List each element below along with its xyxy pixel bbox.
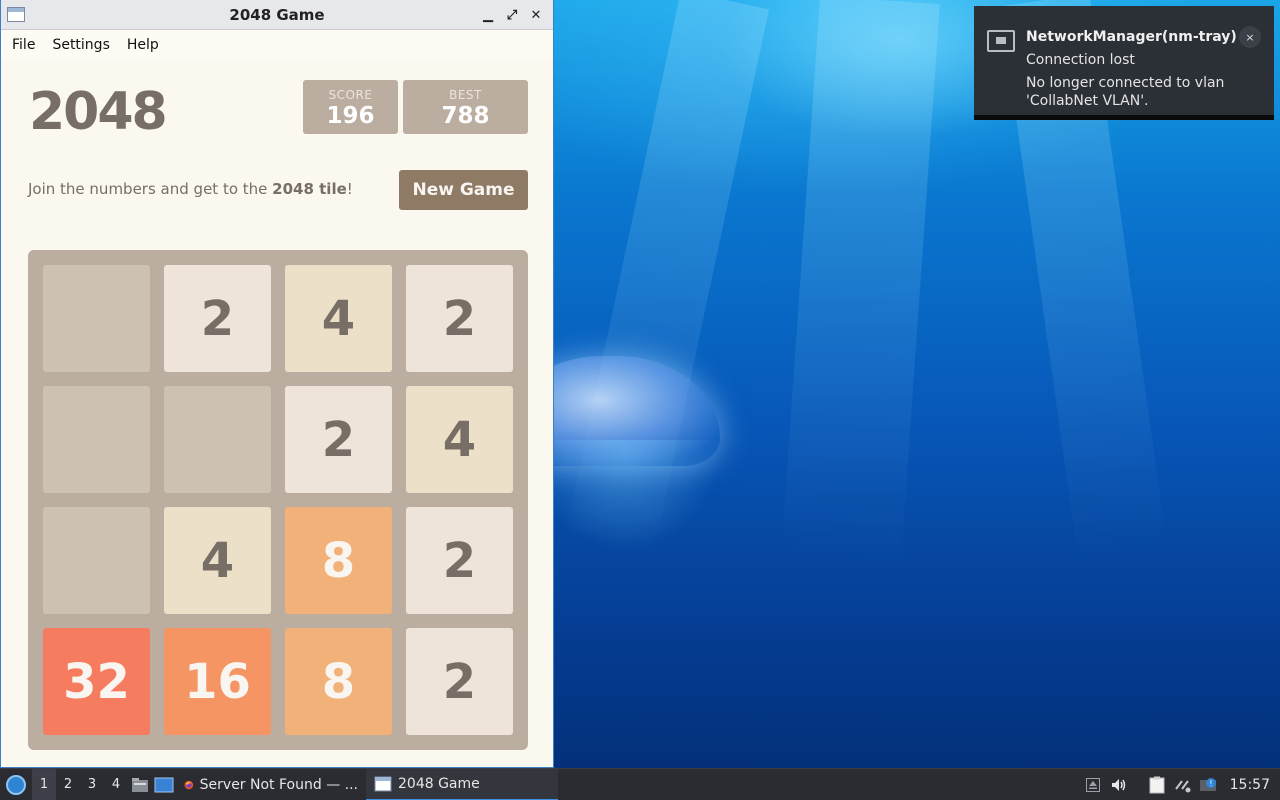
intro-bold: 2048 tile (272, 180, 347, 198)
tile-8: 8 (285, 507, 392, 614)
start-menu-button[interactable] (0, 769, 32, 800)
tile-2: 2 (285, 386, 392, 493)
taskbar: 1 2 3 4 Server Not Found — ... 2048 Game… (0, 768, 1280, 800)
close-button[interactable]: ✕ (525, 4, 547, 26)
intro-suffix: ! (346, 180, 353, 198)
intro-prefix: Join the numbers and get to the (28, 180, 273, 198)
score-box: SCORE 196 (303, 80, 398, 134)
tile-empty (43, 386, 150, 493)
network-icon[interactable] (1170, 769, 1196, 800)
tile-2: 2 (164, 265, 271, 372)
svg-text:!: ! (1209, 779, 1212, 788)
tile-4: 4 (406, 386, 513, 493)
score-value: 196 (326, 103, 375, 129)
game-title: 2048 (29, 82, 168, 142)
game-intro: Join the numbers and get to the 2048 til… (28, 180, 353, 198)
title-bar[interactable]: 2048 Game ▁ ⤢ ✕ (1, 0, 553, 30)
workspace-1[interactable]: 1 (32, 768, 56, 800)
window-title: 2048 Game (229, 5, 325, 24)
menu-bar: File Settings Help (1, 30, 553, 60)
game-window: 2048 Game ▁ ⤢ ✕ File Settings Help 2048 … (0, 0, 554, 768)
workspace-4[interactable]: 4 (104, 769, 128, 800)
notification-body-line2: 'CollabNet VLAN'. (1026, 93, 1149, 109)
workspace-3[interactable]: 3 (80, 769, 104, 800)
menu-settings[interactable]: Settings (45, 37, 119, 53)
lxqt-logo-icon (6, 774, 26, 795)
tile-2: 2 (406, 628, 513, 735)
task-2048-label: 2048 Game (398, 775, 480, 792)
network-wired-icon (987, 30, 1015, 52)
notification-close-button[interactable]: × (1239, 26, 1261, 48)
task-firefox[interactable]: Server Not Found — ... (176, 769, 366, 800)
tile-2: 2 (406, 507, 513, 614)
tile-8: 8 (285, 628, 392, 735)
jellyfish-tentacles (530, 440, 720, 550)
tile-4: 4 (285, 265, 392, 372)
window-icon (7, 7, 25, 22)
notification-summary: Connection lost (1026, 52, 1135, 68)
notification-app: NetworkManager(nm-tray) (1026, 29, 1237, 45)
clock[interactable]: 15:57 (1222, 777, 1280, 793)
best-box: BEST 788 (403, 80, 528, 134)
window-icon (374, 776, 392, 791)
tray-spacer (1132, 769, 1144, 800)
volume-icon[interactable] (1106, 769, 1132, 800)
new-game-button[interactable]: New Game (399, 170, 528, 210)
menu-help[interactable]: Help (120, 37, 169, 53)
game-board: 2 4 2 2 4 4 8 2 32 16 8 2 (28, 250, 528, 750)
notification-popup[interactable]: NetworkManager(nm-tray) Connection lost … (974, 6, 1274, 120)
eject-icon[interactable] (1080, 769, 1106, 800)
best-value: 788 (441, 103, 490, 129)
task-2048-game[interactable]: 2048 Game (366, 768, 558, 800)
tile-32: 32 (43, 628, 150, 735)
file-manager-icon[interactable] (128, 769, 152, 800)
score-label: SCORE (328, 88, 373, 102)
tile-empty (43, 507, 150, 614)
menu-file[interactable]: File (5, 37, 45, 53)
clipboard-icon[interactable] (1144, 769, 1170, 800)
task-firefox-label: Server Not Found — ... (199, 776, 358, 793)
best-label: BEST (449, 88, 482, 102)
maximize-button[interactable]: ⤢ (501, 4, 523, 26)
tile-4: 4 (164, 507, 271, 614)
show-desktop-icon[interactable] (152, 769, 176, 800)
minimize-button[interactable]: ▁ (477, 4, 499, 26)
tile-2: 2 (406, 265, 513, 372)
firefox-icon (184, 780, 194, 789)
workspace-2[interactable]: 2 (56, 769, 80, 800)
tile-empty (164, 386, 271, 493)
notification-body-line1: No longer connected to vlan (1026, 75, 1225, 91)
tile-16: 16 (164, 628, 271, 735)
tile-empty (43, 265, 150, 372)
system-tray: ! 15:57 (1080, 769, 1280, 800)
light-ray (781, 0, 940, 563)
updates-icon[interactable]: ! (1196, 769, 1222, 800)
window-controls: ▁ ⤢ ✕ (477, 0, 547, 30)
